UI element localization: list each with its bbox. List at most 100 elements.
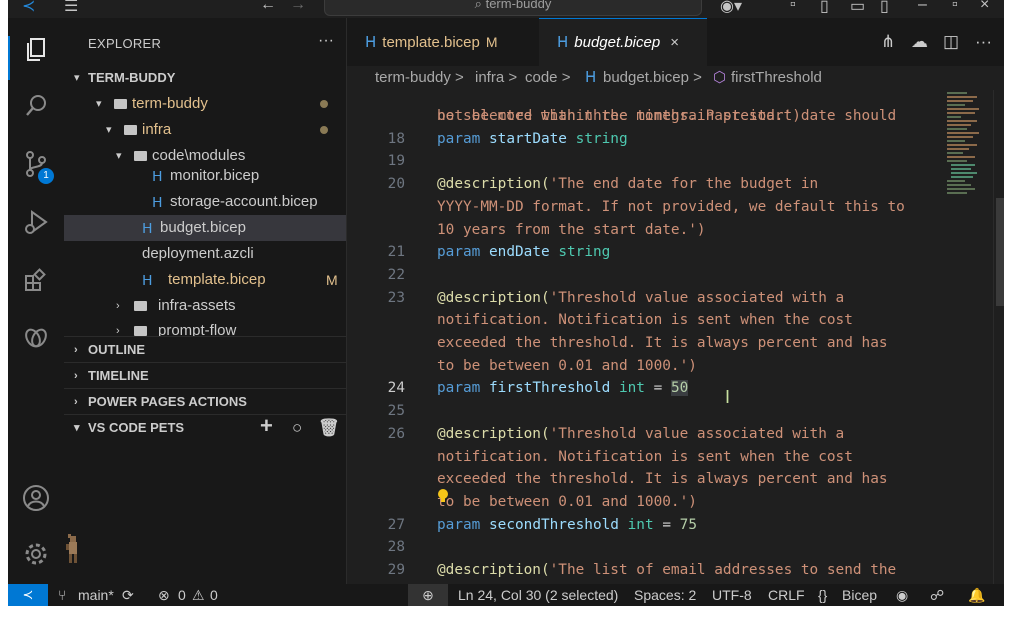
code-editor[interactable]: not be more than three months. Past star… [347, 90, 943, 584]
deploy-icon[interactable]: ☁ [911, 32, 928, 52]
cursor-position[interactable]: Ln 24, Col 30 (2 selected) [458, 584, 618, 606]
breadcrumb-item[interactable]: infra > [475, 66, 517, 90]
toggle-sidebar-icon[interactable]: ▯ [820, 0, 829, 16]
breadcrumb-item[interactable]: budget.bicep > [603, 66, 702, 90]
section-outline[interactable]: › OUTLINE [64, 336, 346, 363]
tree-label: budget.bicep [160, 219, 246, 236]
vertical-scrollbar[interactable] [993, 90, 1004, 584]
string-literal: notification. Notification is sent when … [437, 448, 853, 465]
tree-folder-infra[interactable]: ▾ infra [64, 117, 346, 143]
visualize-icon[interactable]: ⋔ [881, 32, 895, 52]
run-debug-icon[interactable] [22, 208, 50, 236]
code-text: param secondThreshold int = 75 [437, 514, 697, 536]
more-actions-icon[interactable]: ··· [318, 32, 334, 50]
branch-status[interactable]: main* [78, 584, 114, 606]
settings-gear-icon[interactable] [22, 540, 50, 568]
notifications-bell-icon[interactable]: 🔔 [968, 584, 985, 606]
split-editor-icon[interactable]: ◫ [943, 32, 959, 52]
bicep-file-icon: ᕼ [557, 34, 569, 51]
section-power-pages-actions[interactable]: › POWER PAGES ACTIONS [64, 388, 346, 415]
section-timeline[interactable]: › TIMELINE [64, 362, 346, 389]
tree-folder-infra-assets[interactable]: › infra-assets [64, 293, 346, 319]
tree-folder-term-buddy[interactable]: ▾ term-buddy [64, 91, 346, 117]
toggle-panel-icon[interactable]: ▭ [850, 0, 865, 16]
minimize-icon[interactable]: – [918, 0, 927, 14]
menu-icon[interactable]: ☰ [64, 0, 78, 16]
section-vscode-pets[interactable]: ▾ VS CODE PETS + ○ 🗑 [64, 413, 346, 441]
vscode-logo-icon: ≺ [22, 0, 36, 15]
language-mode[interactable]: Bicep [842, 584, 877, 606]
tab-budget-bicep[interactable]: ᕼ budget.bicep × [539, 18, 707, 66]
lightbulb-icon[interactable] [437, 488, 449, 504]
modified-flag: M [485, 34, 498, 50]
explorer-icon[interactable] [22, 36, 50, 64]
tree-label: deployment.azcli [142, 245, 254, 262]
tab-template-bicep[interactable]: ᕼ template.bicep M [347, 18, 537, 66]
workspace-root[interactable]: ▾ TERM-BUDDY [64, 65, 346, 91]
accounts-icon[interactable] [22, 484, 50, 512]
line-number: 23 [387, 289, 405, 306]
string-literal: 'The end date for the budget in [549, 176, 819, 193]
command-center-search[interactable]: ⌕ term-buddy [324, 0, 702, 16]
breadcrumb-item[interactable]: term-buddy > [375, 66, 464, 90]
code-line: 21 param endDate string [347, 241, 943, 263]
modified-dot [320, 100, 328, 108]
maximize-icon[interactable]: ▫ [952, 0, 958, 14]
tree-label: monitor.bicep [170, 167, 260, 184]
tree-file-storage-account[interactable]: ᕼ storage-account.bicep [64, 189, 346, 215]
breadcrumb-item[interactable]: firstThreshold [731, 66, 822, 90]
sync-icon[interactable]: ⟳ [122, 584, 134, 606]
search-icon: ⌕ [474, 0, 486, 11]
zoom-icon[interactable]: ⊕ [408, 584, 448, 606]
warning-count[interactable]: 0 [210, 584, 218, 606]
line-number: 18 [387, 130, 405, 147]
vscode-window: ≺ ☰ ← → ⌕ term-buddy ◉▾ ▫ ▯ ▭ ▯ – ▫ × 1 [8, 0, 1004, 606]
pet-sprite[interactable] [66, 534, 80, 564]
search-view-icon[interactable] [22, 92, 50, 120]
tree-file-template[interactable]: ᕼ template.bicep M [64, 267, 346, 293]
close-window-icon[interactable]: × [980, 0, 989, 14]
tree-file-monitor[interactable]: ᕼ monitor.bicep [64, 163, 346, 189]
type-name: string [575, 130, 628, 147]
copilot-icon[interactable]: ◉▾ [720, 0, 742, 16]
section-title: POWER PAGES ACTIONS [88, 394, 247, 409]
tree-file-deployment[interactable]: deployment.azcli [64, 241, 346, 267]
code-text: be selected within the timegrain preiod.… [437, 105, 801, 127]
string-literal: 10 years from the start date.') [437, 221, 706, 238]
power-platform-icon[interactable] [22, 324, 50, 352]
customize-layout-icon[interactable]: ▫ [790, 0, 796, 14]
minimap[interactable] [943, 90, 993, 584]
code-line: to be between 0.01 and 1000.') [347, 355, 943, 377]
scrollbar-thumb[interactable] [996, 198, 1004, 306]
extensions-icon[interactable] [22, 266, 50, 294]
code-line: 20 @description('The end date for the bud… [347, 173, 943, 195]
delete-pet-icon[interactable]: 🗑 [318, 415, 340, 441]
feedback-icon[interactable]: ☍ [930, 584, 944, 606]
tree-folder-prompt-flow[interactable]: › prompt-flow [64, 318, 346, 336]
copilot-status-icon[interactable]: ◉ [896, 584, 908, 606]
breadcrumb-item[interactable]: code > [525, 66, 570, 90]
toggle-secondary-sidebar-icon[interactable]: ▯ [880, 0, 889, 16]
tree-file-budget[interactable]: ᕼ budget.bicep [64, 215, 346, 241]
back-arrow-icon[interactable]: ← [260, 0, 276, 14]
warning-icon: ⚠ [192, 587, 205, 603]
source-control-badge: 1 [38, 168, 54, 184]
modified-dot [320, 126, 328, 134]
tree-label: prompt-flow [158, 322, 237, 336]
close-tab-icon[interactable]: × [670, 34, 679, 51]
indentation[interactable]: Spaces: 2 [634, 584, 696, 606]
add-pet-icon[interactable]: + [260, 413, 273, 439]
remote-indicator-icon[interactable]: ≺ [8, 584, 48, 606]
branch-icon: ⑂ [58, 587, 67, 603]
chevron-down-icon: ▾ [74, 422, 80, 434]
number-literal: 50 [670, 380, 689, 397]
folder-icon [134, 301, 147, 311]
throw-ball-icon[interactable]: ○ [292, 415, 302, 441]
line-ending[interactable]: CRLF [768, 584, 805, 606]
forward-arrow-icon[interactable]: → [290, 0, 306, 14]
status-bar: ≺ ⑂ main* ⟳ ⊗ 0 ⚠ 0 ⊕ Ln 24, Col 30 (2 s… [8, 584, 1004, 606]
encoding[interactable]: UTF-8 [712, 584, 752, 606]
error-count[interactable]: 0 [178, 584, 186, 606]
operator: = [662, 516, 671, 533]
more-actions-icon[interactable]: ··· [975, 32, 992, 52]
